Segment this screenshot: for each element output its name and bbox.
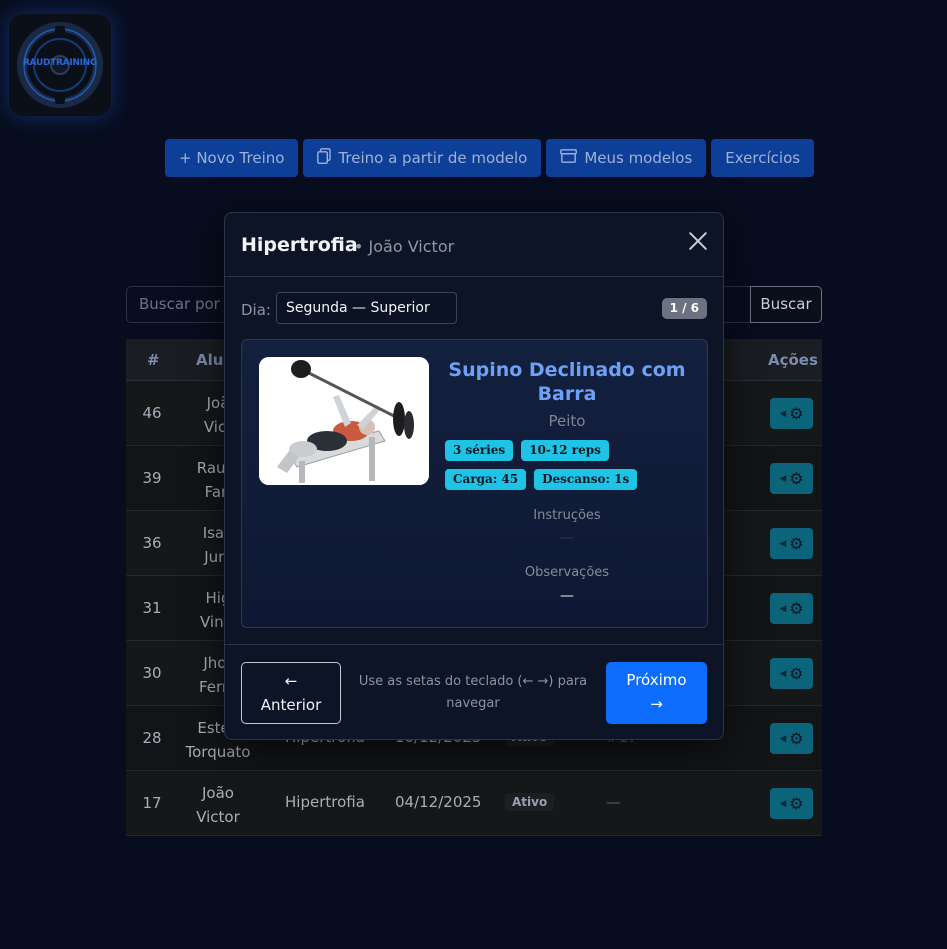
caret-left-icon: ◀	[779, 408, 787, 419]
gear-icon: ⚙	[789, 469, 804, 488]
toolbar: + Novo Treino Treino a partir de modelo …	[165, 139, 815, 177]
load-badge: Carga: 45	[445, 469, 527, 490]
row-name-line1: João	[202, 784, 234, 802]
row-date: 04/12/2025	[395, 793, 482, 811]
day-label: Dia:	[241, 301, 271, 319]
archive-icon	[560, 149, 578, 167]
gear-icon: ⚙	[789, 664, 804, 683]
arrow-left-icon: ←	[284, 672, 298, 690]
row-name-line2: Torquato	[185, 743, 251, 761]
decline-bench-press-illustration	[259, 357, 429, 485]
workout-from-model-button[interactable]: Treino a partir de modelo	[303, 139, 542, 177]
gear-icon: ⚙	[789, 404, 804, 423]
row-student-name: João Victor	[178, 781, 258, 829]
table-row: 17 João Victor Hipertrofia 04/12/2025 Ativo — ◀…	[126, 771, 822, 836]
copy-icon	[317, 148, 332, 168]
caret-left-icon: ◀	[779, 668, 787, 679]
logo-text: RAUDTRAINING	[23, 58, 97, 68]
gear-icon: ⚙	[789, 599, 804, 618]
exercises-label: Exercícios	[725, 149, 801, 167]
row-actions-button[interactable]: ◀ ⚙	[770, 723, 813, 754]
modal-footer: ← Anterior Use as setas do teclado (← →)…	[225, 644, 723, 740]
row-actions-button[interactable]: ◀ ⚙	[770, 528, 813, 559]
previous-button[interactable]: ← Anterior	[241, 662, 341, 724]
row-id: 31	[142, 599, 162, 617]
instructions-value: —	[560, 530, 574, 546]
instructions-label: Instruções	[533, 508, 601, 523]
caret-left-icon: ◀	[779, 603, 787, 614]
exercises-button[interactable]: Exercícios	[711, 139, 815, 177]
search-placeholder: Buscar por a	[139, 295, 234, 313]
app-logo: RAUDTRAINING	[9, 14, 111, 116]
rest-badge: Descanso: 1s	[534, 469, 638, 490]
new-workout-label: + Novo Treino	[179, 149, 285, 167]
gear-icon: ⚙	[789, 729, 804, 748]
exercise-title: Supino Declinado com Barra	[448, 359, 686, 405]
exercise-image	[259, 357, 429, 485]
row-actions-button[interactable]: ◀ ⚙	[770, 788, 813, 819]
workout-from-model-label: Treino a partir de modelo	[338, 149, 528, 167]
row-id: 17	[142, 794, 162, 812]
row-actions-button[interactable]: ◀ ⚙	[770, 593, 813, 624]
reps-badge: 10-12 reps	[521, 440, 609, 461]
caret-left-icon: ◀	[779, 733, 787, 744]
row-name-line2: Victor	[196, 808, 240, 826]
status-badge: Ativo	[505, 793, 555, 811]
exercise-counter-badge: 1 / 6	[661, 298, 707, 319]
modal-subtitle: • João Victor	[354, 237, 455, 256]
row-actions-button[interactable]: ◀ ⚙	[770, 658, 813, 689]
caret-left-icon: ◀	[779, 473, 787, 484]
sets-badge: 3 séries	[445, 440, 514, 461]
row-extra: —	[606, 793, 621, 811]
header-actions: Ações	[768, 351, 818, 369]
modal-title: Hipertrofia	[241, 234, 358, 256]
workout-modal: Hipertrofia • João Victor Dia: Segunda —…	[224, 212, 724, 740]
row-actions-button[interactable]: ◀ ⚙	[770, 398, 813, 429]
close-icon[interactable]	[687, 230, 709, 252]
gear-icon: ⚙	[789, 794, 804, 813]
keyboard-hint: Use as setas do teclado (← →) para naveg…	[358, 674, 588, 711]
caret-left-icon: ◀	[779, 798, 787, 809]
modal-header: Hipertrofia • João Victor	[225, 213, 723, 277]
exercise-badges: 3 séries 10-12 reps Carga: 45 Descanso: …	[445, 440, 685, 490]
exercise-muscle-group: Peito	[548, 412, 586, 430]
row-id: 30	[142, 664, 162, 682]
previous-label: Anterior	[260, 696, 322, 714]
gear-icon: ⚙	[789, 534, 804, 553]
new-workout-button[interactable]: + Novo Treino	[165, 139, 299, 177]
row-id: 28	[142, 729, 162, 747]
arrow-right-icon: →	[650, 695, 663, 713]
exercise-card: Supino Declinado com Barra Peito 3 série…	[241, 339, 708, 628]
observations-value: —	[560, 588, 574, 604]
caret-left-icon: ◀	[779, 538, 787, 549]
row-id: 36	[142, 534, 162, 552]
row-id: 46	[142, 404, 162, 422]
search-button[interactable]: Buscar	[750, 286, 822, 323]
header-id: #	[147, 351, 160, 369]
my-models-label: Meus modelos	[584, 149, 693, 167]
next-button[interactable]: Próximo →	[606, 662, 707, 724]
my-models-button[interactable]: Meus modelos	[546, 139, 707, 177]
day-select[interactable]: Segunda — Superior	[276, 292, 457, 324]
row-type: Hipertrofia	[285, 793, 365, 811]
row-actions-button[interactable]: ◀ ⚙	[770, 463, 813, 494]
row-id: 39	[142, 469, 162, 487]
day-select-value: Segunda — Superior	[286, 300, 430, 316]
observations-label: Observações	[524, 565, 610, 580]
next-label: Próximo	[626, 671, 687, 689]
